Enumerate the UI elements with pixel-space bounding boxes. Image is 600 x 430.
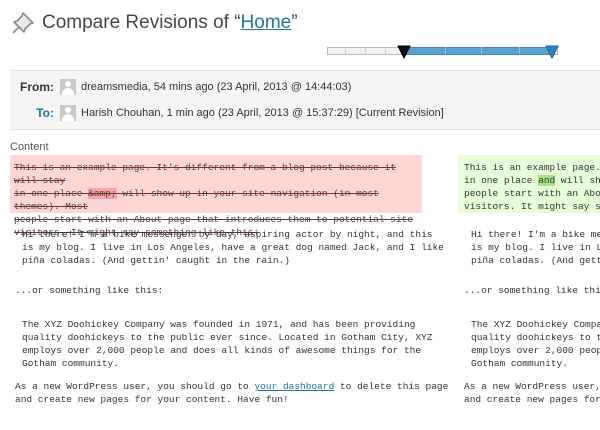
- added-diff-block: This is an example page. It in one place…: [458, 155, 600, 213]
- avatar: [60, 79, 76, 95]
- diff-line: This is an example page. It: [464, 162, 600, 173]
- diff-line: in one place and will show: [464, 175, 600, 186]
- left-paragraph-3: The XYZ Doohickey Company was founded in…: [22, 319, 433, 369]
- slider-tick: [445, 47, 446, 55]
- dashboard-link[interactable]: your dashboard: [254, 381, 334, 392]
- revision-slider[interactable]: [327, 45, 559, 59]
- slider-tick: [481, 47, 482, 55]
- from-revision-row: From: dreamsmedia, 54 mins ago (23 April…: [10, 79, 351, 95]
- page-title: Compare Revisions of “Home”: [42, 12, 298, 34]
- diff-line: This is an example page. It's different …: [14, 162, 396, 186]
- diff-line: visitors. It might say some: [464, 201, 600, 212]
- to-revision-row: To: Harish Chouhan, 1 min ago (23 April,…: [10, 105, 444, 121]
- slider-selected-range: [404, 47, 555, 55]
- added-word: and: [538, 175, 556, 186]
- right-paragraph-1: Hi there! I'm a bike messe is my blog. I…: [471, 229, 600, 266]
- to-revision-info: Harish Chouhan, 1 min ago (23 April, 201…: [81, 107, 444, 119]
- right-paragraph-4: As a new WordPress user, y and create ne…: [464, 381, 600, 405]
- right-paragraph-2: ...or something like this:: [464, 285, 600, 296]
- diff-line: people start with an About: [464, 188, 600, 199]
- avatar: [60, 105, 76, 121]
- deleted-diff-block: This is an example page. It's different …: [10, 155, 422, 238]
- title-page-link[interactable]: Home: [241, 12, 292, 33]
- title-prefix: Compare Revisions of “: [42, 12, 241, 33]
- left-paragraph-1: Hi there! I'm a bike messenger by day, a…: [22, 229, 444, 266]
- diff-line: in one place &amp; will show up in your …: [14, 188, 379, 212]
- page-header: Compare Revisions of “Home”: [10, 6, 298, 40]
- revision-meta-panel: From: dreamsmedia, 54 mins ago (23 April…: [10, 70, 600, 130]
- left-paragraph-2: ...or something like this:: [15, 285, 164, 296]
- right-paragraph-3: The XYZ Doohickey Company quality doohic…: [471, 319, 600, 369]
- slider-tick: [365, 47, 366, 55]
- slider-from-handle[interactable]: [397, 45, 411, 59]
- title-suffix: ”: [291, 12, 298, 33]
- content-field-label: Content: [10, 141, 49, 153]
- from-revision-info: dreamsmedia, 54 mins ago (23 April, 2013…: [81, 81, 352, 93]
- to-label: To:: [36, 106, 54, 120]
- slider-tick: [519, 47, 520, 55]
- diff-line: people start with an About page that int…: [14, 214, 414, 225]
- from-label: From:: [20, 80, 54, 94]
- slider-tick: [385, 47, 386, 55]
- slider-tick: [345, 47, 346, 55]
- pushpin-icon: [12, 12, 34, 34]
- deleted-word: &amp;: [88, 188, 117, 199]
- left-paragraph-4: As a new WordPress user, you should go t…: [15, 381, 449, 405]
- slider-to-handle[interactable]: [545, 45, 559, 59]
